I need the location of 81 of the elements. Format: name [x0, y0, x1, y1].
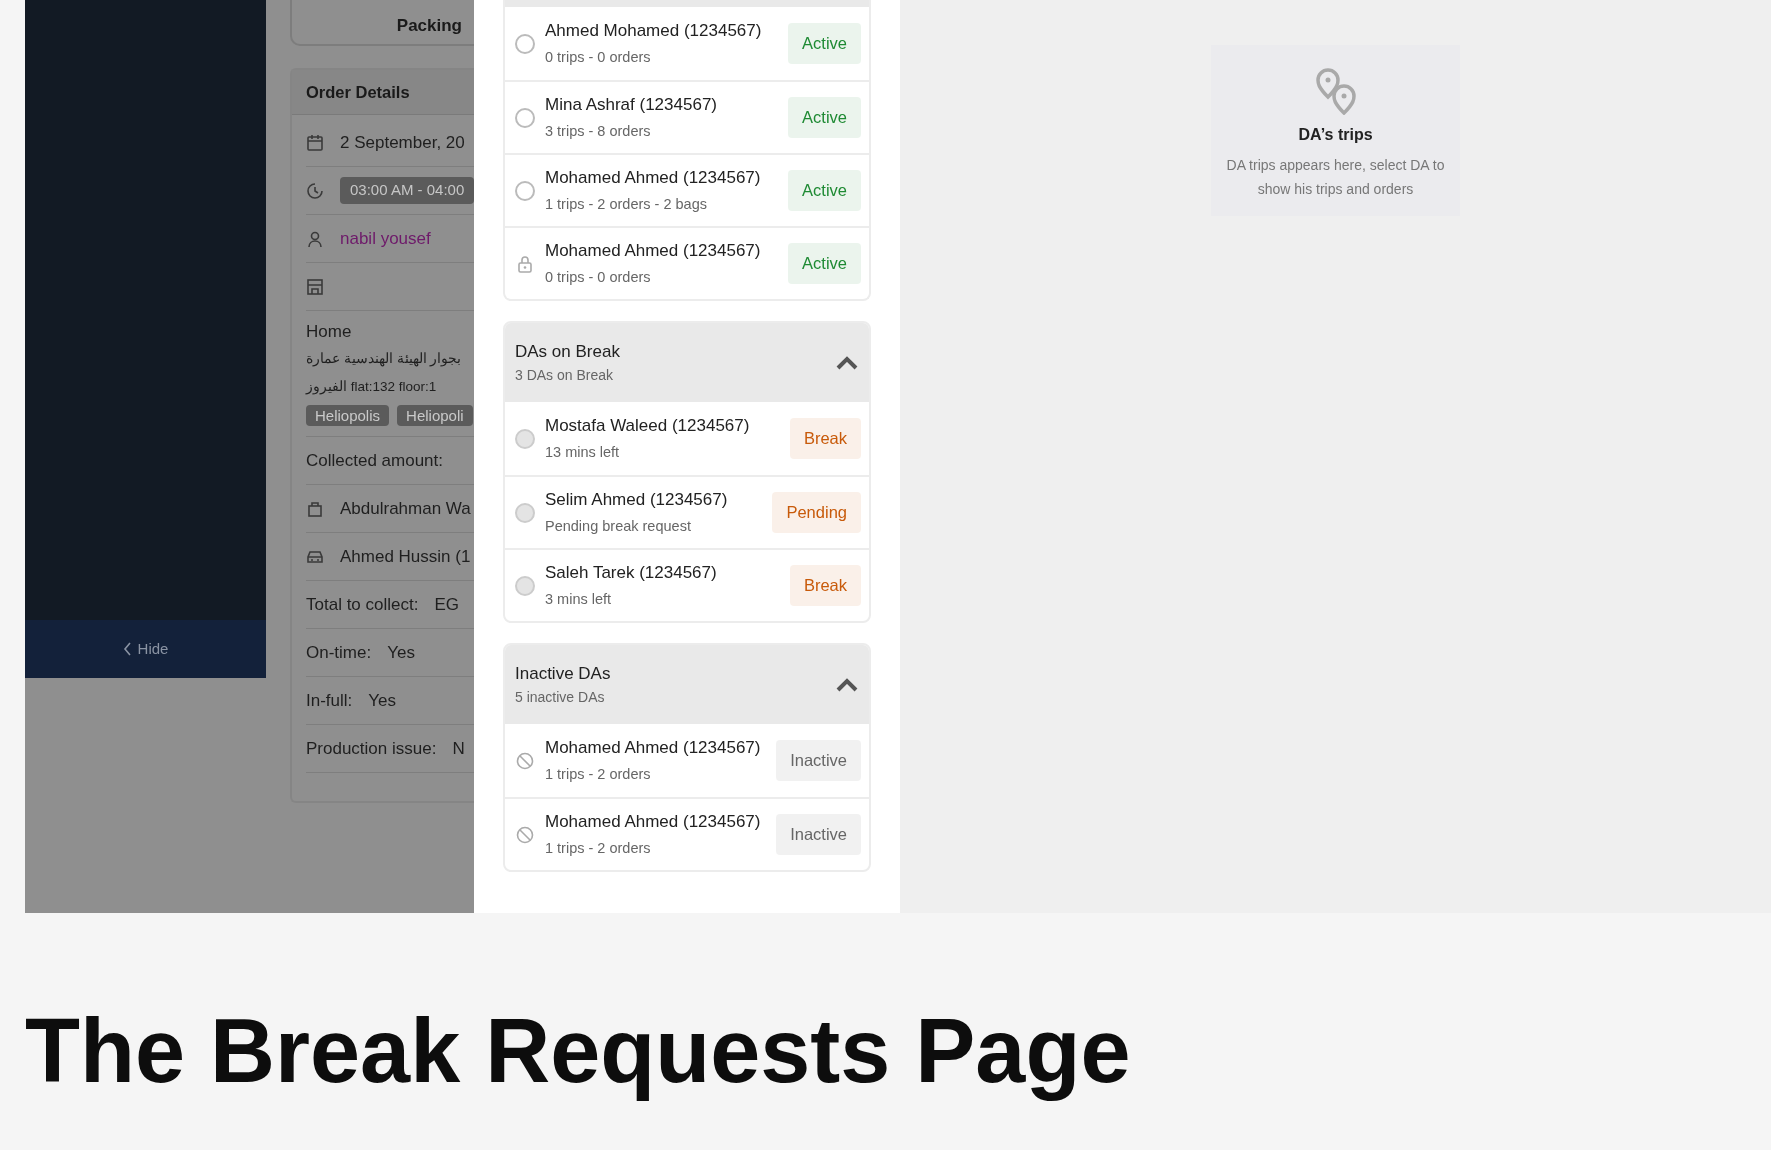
status-tag: Inactive [776, 740, 861, 781]
radio-button[interactable] [515, 575, 535, 596]
da-list-item[interactable]: Mohamed Ahmed (1234567) 1 trips - 2 orders Inactive [505, 797, 869, 870]
radio-button[interactable] [515, 502, 535, 523]
bag-icon [306, 499, 324, 518]
da-name: Mohamed Ahmed (1234567) [545, 167, 761, 190]
da-list-item[interactable]: Mohamed Ahmed (1234567) 0 trips - 0 orders Active [505, 226, 869, 299]
da-list-item[interactable]: Saleh Tarek (1234567) 3 mins left Break [505, 548, 869, 621]
radio-button[interactable] [515, 33, 535, 54]
address-line: بجوار الهيئة الهندسية عمارة [306, 349, 463, 369]
driver-name: Ahmed Hussin (1 [340, 545, 471, 568]
area-tag: Heliopolis [306, 404, 390, 426]
field-value: Yes [387, 641, 415, 664]
blocked-icon [515, 750, 535, 771]
da-list-item[interactable]: Selim Ahmed (1234567) Pending break request Pending [505, 475, 869, 548]
da-list-item[interactable]: Mohamed Ahmed (1234567) 1 trips - 2 orders - 2 bags Active [505, 153, 869, 226]
status-tag: Active [788, 170, 861, 211]
field-label: Production issue: [306, 737, 437, 760]
field-label: On-time: [306, 641, 372, 664]
calendar-icon [306, 133, 324, 152]
group-subtitle: 3 DAs on Break [515, 365, 615, 385]
lock-icon [515, 253, 535, 274]
chevron-up-icon[interactable] [835, 355, 859, 370]
empty-state-message: DA trips appears here, select DA to show his trips and orders [1225, 156, 1446, 199]
person-icon [306, 229, 324, 248]
empty-state-title: DA’s trips [1297, 125, 1374, 145]
group-subtitle: 5 inactive DAs [515, 687, 606, 707]
card-title: Order Details [292, 70, 474, 115]
da-name: Mostafa Waleed (1234567) [545, 415, 750, 438]
hide-button[interactable]: Hide [25, 620, 266, 678]
status-tag: Break [789, 418, 861, 459]
page-heading: The Break Requests Page [25, 1000, 1132, 1103]
da-trip-summary: 3 mins left [545, 589, 613, 609]
field-value: EG [434, 593, 459, 616]
field-value: N [452, 737, 465, 760]
da-list-item[interactable]: Mohamed Ahmed (1234567) 1 trips - 2 orders Inactive [505, 724, 869, 797]
field-value: Yes [368, 689, 397, 712]
field-label: In-full: [306, 689, 353, 712]
da-name: Mina Ashraf (1234567) [545, 94, 717, 117]
radio-button[interactable] [515, 180, 535, 201]
date-text: 2 September, 20 [340, 131, 465, 154]
group-title: DAs on Break [515, 341, 620, 364]
da-list-item[interactable]: Mostafa Waleed (1234567) 13 mins left Break [505, 402, 869, 475]
status-tag: Pending [772, 492, 861, 533]
address-label: Home [306, 321, 353, 343]
status-tag: Active [788, 243, 861, 284]
chevron-up-icon[interactable] [835, 677, 859, 692]
da-list-item[interactable]: Mina Ashraf (1234567) 3 trips - 8 orders Active [505, 80, 869, 153]
field-label: Collected amount: [306, 449, 444, 472]
status-tag: Active [788, 23, 861, 64]
da-trip-summary: Pending break request [545, 516, 692, 536]
field-label: Total to collect: [306, 593, 419, 616]
da-name: Mohamed Ahmed (1234567) [545, 811, 761, 834]
da-trip-summary: 0 trips - 0 orders [545, 47, 652, 67]
map-pins-icon [1313, 67, 1358, 115]
da-name: Mohamed Ahmed (1234567) [545, 737, 761, 760]
area-tag: Heliopoli [397, 404, 473, 426]
da-trip-summary: 13 mins left [545, 442, 621, 462]
da-name: Selim Ahmed (1234567) [545, 489, 728, 512]
da-trip-summary: 1 trips - 2 orders [545, 764, 652, 784]
blocked-icon [515, 824, 535, 845]
radio-button[interactable] [515, 107, 535, 128]
status-tag: Active [788, 97, 861, 138]
da-trip-summary: 1 trips - 2 orders - 2 bags [545, 194, 708, 214]
da-name: Ahmed Mohamed (1234567) [545, 20, 762, 43]
clock-icon [306, 181, 324, 200]
time-slot-badge: 03:00 AM - 04:00 [340, 177, 474, 204]
status-tag: Inactive [776, 814, 861, 855]
da-trip-summary: 3 trips - 8 orders [545, 121, 652, 141]
store-icon [306, 277, 324, 296]
da-trip-summary: 1 trips - 2 orders [545, 838, 652, 858]
da-name: Saleh Tarek (1234567) [545, 562, 717, 585]
da-name: Mohamed Ahmed (1234567) [545, 240, 761, 263]
da-list-item[interactable]: Ahmed Mohamed (1234567) 0 trips - 0 orders Active [505, 7, 869, 80]
radio-button[interactable] [515, 428, 535, 449]
picker-name: Abdulrahman Wa [340, 497, 471, 520]
group-title: Inactive DAs [515, 663, 611, 686]
da-trip-summary: 0 trips - 0 orders [545, 267, 652, 287]
chevron-left-icon [122, 642, 132, 656]
status-tag: Break [789, 565, 861, 606]
address-line: الفيروز flat:132 floor:1 [306, 377, 438, 397]
